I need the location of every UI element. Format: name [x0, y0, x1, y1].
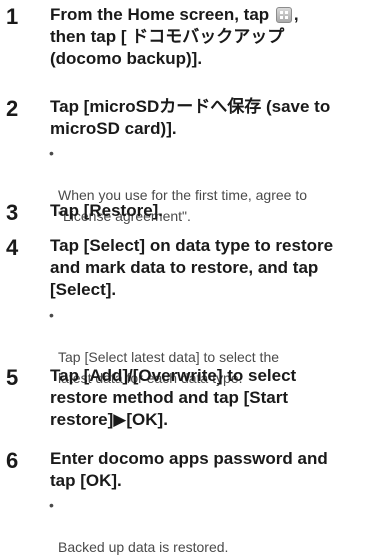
step-title: Tap [Add]/[Overwrite] to select restore …	[50, 366, 297, 429]
apps-grid-icon	[275, 7, 292, 23]
step-note: • Backed up data is restored.	[49, 495, 380, 558]
step-title: Tap [microSDカードへ保存 (save to microSD card…	[50, 97, 331, 138]
step-number: 5	[6, 365, 19, 390]
bullet-icon: •	[49, 307, 54, 323]
step-number: 3	[6, 200, 19, 225]
step-note-text: Backed up data is restored.	[58, 539, 229, 555]
step-title-text: From the Home screen, tap	[50, 5, 274, 24]
step-title: Tap [Restore].	[50, 201, 164, 220]
procedure-steps: 1 From the Home screen, tap , then tap […	[0, 0, 383, 555]
step-number: 2	[6, 96, 19, 121]
step-number: 1	[6, 4, 19, 29]
bullet-icon: •	[49, 145, 54, 161]
step-number: 6	[6, 448, 19, 473]
step-title: From the Home screen, tap , then tap [ ド…	[50, 4, 380, 70]
step-number: 4	[6, 235, 19, 260]
step-title: Tap [Select] on data type to restore and…	[50, 236, 334, 299]
bullet-icon: •	[49, 497, 54, 513]
step-title: Enter docomo apps password and tap [OK].	[50, 449, 328, 490]
